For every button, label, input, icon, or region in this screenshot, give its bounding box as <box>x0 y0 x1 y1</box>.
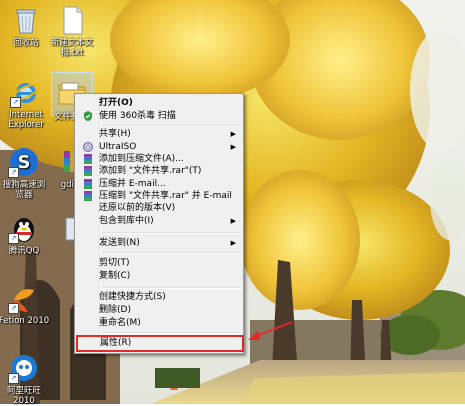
shortcut-arrow-icon: ↗ <box>8 303 19 314</box>
menu-item-label: 打开(O) <box>99 98 133 108</box>
submenu-arrow-icon: ▶ <box>230 239 236 247</box>
menu-item-label: 删除(D) <box>99 305 131 315</box>
shortcut-arrow-icon: ↗ <box>8 167 19 178</box>
menu-item-label: 还原以前的版本(V) <box>99 203 176 213</box>
submenu-arrow-icon: ▶ <box>230 130 236 138</box>
menu-item-cut[interactable]: 剪切(T) <box>77 257 241 269</box>
winrar-icon <box>84 179 92 189</box>
menu-item-360-scan[interactable]: 使用 360杀毒 扫描 <box>77 110 241 122</box>
menu-item-open[interactable]: 打开(O) <box>77 97 241 109</box>
menu-separator <box>102 252 241 254</box>
menu-item-label: 共享(H) <box>99 129 131 139</box>
menu-item-create-shortcut[interactable]: 创建快捷方式(S) <box>77 291 241 303</box>
menu-item-add-to-archive[interactable]: 添加到压缩文件(A)... <box>77 153 241 165</box>
menu-item-add-to-rar[interactable]: 添加到 "文件共享.rar"(T) <box>77 165 241 177</box>
shortcut-arrow-icon: ↗ <box>8 373 19 384</box>
text-document-icon <box>56 4 88 36</box>
menu-item-include-in-library[interactable]: 包含到库中(I) ▶ <box>77 215 241 227</box>
menu-separator <box>102 125 241 127</box>
menu-item-send-to[interactable]: 发送到(N) ▶ <box>77 237 241 249</box>
submenu-arrow-icon: ▶ <box>230 217 236 225</box>
menu-item-delete[interactable]: 删除(D) <box>77 304 241 316</box>
recycle-bin-icon <box>10 4 42 36</box>
desktop-icon-label: 腾讯QQ <box>8 246 40 256</box>
menu-item-label: 属性(R) <box>100 338 132 348</box>
menu-item-label: 压缩并 E-mail... <box>99 179 166 189</box>
menu-separator <box>102 232 241 234</box>
menu-item-compress-to-rar-email[interactable]: 压缩到 "文件共享.rar" 并 E-mail <box>77 190 241 202</box>
desktop-icon-label: 搜狗高速浏 览器 <box>2 180 46 200</box>
winrar-icon <box>84 191 92 201</box>
shortcut-arrow-icon: ↗ <box>10 97 21 108</box>
qq-penguin-icon: ↗ <box>8 212 40 244</box>
shield-360-icon <box>84 111 92 121</box>
desktop-icon-label: 阿里旺旺 2010 <box>6 386 41 406</box>
ultraiso-icon <box>83 142 93 152</box>
desktop-icon-label: Internet Explorer <box>8 110 44 130</box>
submenu-arrow-icon: ▶ <box>230 143 236 151</box>
menu-item-label: 发送到(N) <box>99 238 140 248</box>
menu-separator <box>102 332 241 334</box>
shortcut-arrow-icon: ↗ <box>8 233 19 244</box>
desktop-icon-label: Fetion 2010 <box>0 316 50 326</box>
internet-explorer-icon: ↗ <box>10 76 42 108</box>
menu-item-ultraiso[interactable]: UltraISO ▶ <box>77 141 241 153</box>
svg-text:S: S <box>18 152 31 173</box>
menu-item-copy[interactable]: 复制(C) <box>77 270 241 282</box>
menu-item-label: 创建快捷方式(S) <box>99 292 166 302</box>
aliwangwang-icon: ↗ <box>8 352 40 384</box>
desktop-icon-aliwangwang[interactable]: ↗ 阿里旺旺 2010 <box>0 352 50 406</box>
menu-item-label: 剪切(T) <box>99 258 130 268</box>
menu-item-label: 包含到库中(I) <box>99 216 154 226</box>
context-menu: 打开(O) 使用 360杀毒 扫描 共享(H) ▶ UltraISO ▶ 添加到… <box>74 93 244 354</box>
sogou-browser-icon: S ↗ <box>8 146 40 178</box>
menu-item-label: 使用 360杀毒 扫描 <box>99 111 176 121</box>
desktop-icon-new-text-document[interactable]: 新建文本文 档.txt <box>46 4 98 58</box>
fetion-icon: ↗ <box>8 282 40 314</box>
menu-item-label: 压缩到 "文件共享.rar" 并 E-mail <box>99 191 232 201</box>
desktop-icon-label: 回收站 <box>13 38 39 48</box>
menu-item-label: 重命名(M) <box>99 318 141 328</box>
desktop-icon-label: 新建文本文 档.txt <box>50 38 94 58</box>
menu-item-label: 复制(C) <box>99 271 131 281</box>
menu-item-label: UltraISO <box>99 142 137 152</box>
winrar-icon <box>84 166 92 176</box>
desktop-icon-tencent-qq[interactable]: ↗ 腾讯QQ <box>0 212 50 256</box>
menu-item-label: 添加到 "文件共享.rar"(T) <box>99 166 202 176</box>
menu-separator <box>102 287 241 289</box>
menu-item-properties[interactable]: 属性(R) <box>76 335 244 352</box>
desktop-icon-fetion[interactable]: ↗ Fetion 2010 <box>0 282 50 326</box>
menu-item-label: 添加到压缩文件(A)... <box>99 154 184 164</box>
desktop-icon-sogou-browser[interactable]: S ↗ 搜狗高速浏 览器 <box>0 146 50 200</box>
desktop-icon-internet-explorer[interactable]: ↗ Internet Explorer <box>0 76 52 130</box>
menu-item-compress-email[interactable]: 压缩并 E-mail... <box>77 178 241 190</box>
menu-item-share[interactable]: 共享(H) ▶ <box>77 128 241 140</box>
menu-item-restore-previous-versions[interactable]: 还原以前的版本(V) <box>77 202 241 214</box>
menu-item-rename[interactable]: 重命名(M) <box>77 317 241 329</box>
winrar-icon <box>84 154 92 164</box>
desktop-icon-recycle-bin[interactable]: 回收站 <box>0 4 52 48</box>
